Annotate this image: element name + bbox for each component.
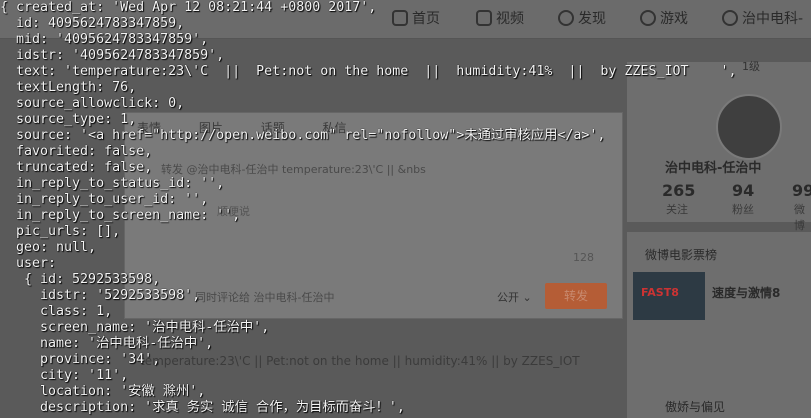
- console-line: textLength: 76,: [0, 80, 137, 95]
- console-line: id: 4095624783347859,: [0, 16, 185, 31]
- console-line: truncated: false,: [0, 160, 153, 175]
- console-line: location: '安徽 滁州',: [0, 384, 206, 399]
- console-line: class: 1,: [0, 304, 113, 319]
- console-line: in_reply_to_status_id: '',: [0, 176, 225, 191]
- console-line: text: 'temperature:23\'C || Pet:not on t…: [0, 64, 737, 79]
- console-line: { created_at: 'Wed Apr 12 08:21:44 +0800…: [0, 0, 377, 15]
- console-line: favorited: false,: [0, 144, 153, 159]
- console-line: city: '11',: [0, 368, 129, 383]
- console-line: in_reply_to_screen_name: '',: [0, 208, 241, 223]
- console-line: in_reply_to_user_id: '',: [0, 192, 209, 207]
- console-line: pic_urls: [],: [0, 224, 121, 239]
- console-line: source: '<a href="http://open.weibo.com"…: [0, 128, 606, 143]
- console-line: screen_name: '治中电科-任治中',: [0, 320, 270, 335]
- console-line: { id: 5292533598,: [0, 272, 161, 287]
- console-line: name: '治中电科-任治中',: [0, 336, 214, 351]
- console-line: idstr: '5292533598',: [0, 288, 201, 303]
- console-output: { created_at: 'Wed Apr 12 08:21:44 +0800…: [0, 0, 811, 418]
- console-line: province: '34',: [0, 352, 161, 367]
- console-line: description: '求真 务实 诚信 合作，为目标而奋斗！',: [0, 400, 405, 415]
- console-line: idstr: '4095624783347859',: [0, 48, 225, 63]
- console-line: source_allowclick: 0,: [0, 96, 185, 111]
- console-line: geo: null,: [0, 240, 97, 255]
- console-line: user:: [0, 256, 57, 271]
- console-line: mid: '4095624783347859',: [0, 32, 209, 47]
- console-line: source_type: 1,: [0, 112, 137, 127]
